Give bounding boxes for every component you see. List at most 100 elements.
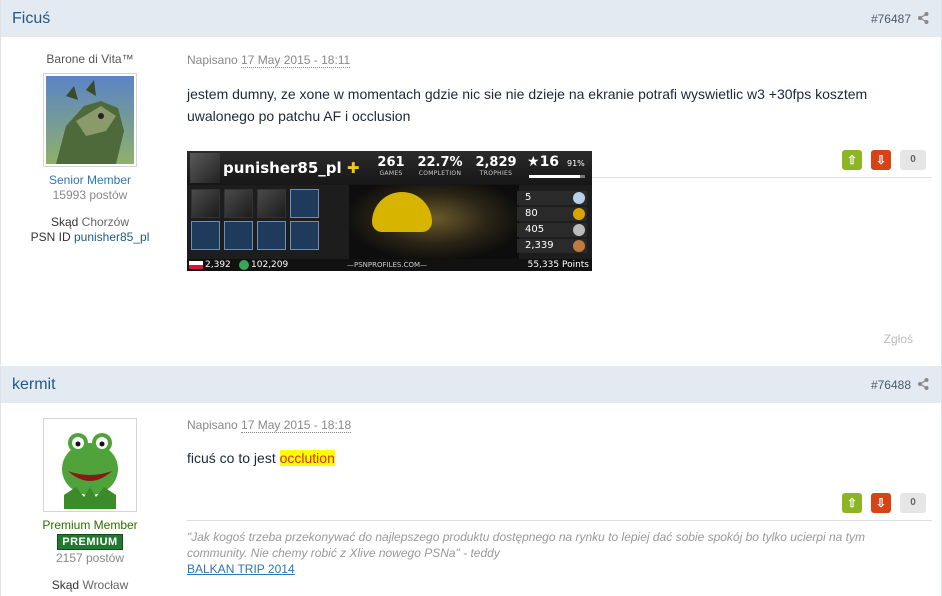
game-icon: [224, 189, 253, 218]
author-info: Premium Member PREMIUM 2157 postów Skąd …: [1, 410, 179, 592]
country-rank: 2,392: [205, 260, 231, 270]
psn-profile-card[interactable]: punisher85_pl ✚ 261 GAMES 22.7% COMPLETION…: [187, 151, 592, 271]
rep-down-button[interactable]: ⇩: [871, 150, 891, 170]
gold-value: 80: [525, 208, 538, 219]
location-value: Chorzów: [81, 215, 130, 229]
psn-name-text: punisher85_pl: [223, 159, 342, 177]
posted-label: Napisano: [187, 418, 238, 432]
location-field: Skąd Chorzów: [1, 215, 179, 229]
silver-value: 405: [525, 224, 545, 235]
avatar[interactable]: [43, 73, 137, 167]
psn-site-label: —PSNPROFILES.COM—: [347, 261, 428, 269]
posts-count: 15993 postów: [52, 188, 128, 202]
rep-up-button[interactable]: ⇧: [842, 150, 862, 170]
share-icon[interactable]: [918, 12, 929, 24]
author-info: Barone di Vita™ Senior Member 15993 post…: [1, 52, 179, 244]
trophy-icon: [224, 221, 253, 250]
member-group: Premium Member: [42, 518, 138, 532]
psn-card-footer: 2,392 102,209 —PSNPROFILES.COM— 55,335 P…: [187, 259, 592, 271]
psn-games-stat: 261 GAMES: [373, 155, 409, 177]
signature-divider: [187, 520, 932, 521]
trophy-icon: [191, 221, 220, 250]
psn-trophies-stat: 2,829 TROPHIES: [471, 155, 521, 177]
silver-count: 405: [517, 223, 587, 237]
author-name-link[interactable]: Ficuś: [12, 10, 50, 28]
post-content: ficuś co to jest occlution: [187, 447, 929, 469]
post-body: Napisano 17 May 2015 - 18:18 ficuś co to…: [187, 418, 929, 469]
rep-down-button[interactable]: ⇩: [871, 493, 891, 513]
rep-count: 0: [900, 493, 926, 513]
content-text: ficuś co to jest: [187, 450, 280, 466]
psn-level-bar: [529, 175, 585, 178]
psn-games-value: 261: [377, 155, 405, 170]
psn-card-name: punisher85_pl ✚: [223, 159, 359, 177]
platinum-count: 5: [517, 191, 587, 205]
psn-points: 55,335 Points: [527, 260, 589, 270]
psn-plus-icon: ✚: [346, 159, 360, 177]
reputation: ⇧ ⇩ 0: [842, 493, 926, 513]
game-icon: [257, 189, 286, 218]
silver-trophy-icon: [573, 224, 585, 236]
psn-trophies-value: 2,829: [475, 155, 517, 170]
post-date: Napisano 17 May 2015 - 18:18: [187, 418, 929, 433]
content-line: uwalonego po patchu AF i occlusion: [187, 108, 411, 124]
premium-badge: PREMIUM: [57, 534, 123, 550]
location-value: Wrocław: [82, 578, 129, 592]
location-field: Skąd Wrocław: [1, 578, 179, 592]
post-header: Ficuś #76487: [1, 0, 941, 37]
psn-completion-label: COMPLETION: [418, 170, 462, 177]
bronze-value: 2,339: [525, 240, 554, 251]
trophy-icon: [257, 221, 286, 250]
signature: "Jak kogoś trzeba przekonywać do najleps…: [187, 529, 907, 576]
psn-recent-games: [191, 189, 349, 257]
world-rank: 102,209: [251, 260, 289, 270]
post-content: jestem dumny, ze xone w momentach gdzie …: [187, 83, 929, 127]
trophy-icon: [290, 189, 319, 218]
post-header: kermit #76488: [1, 366, 941, 403]
psn-completion-stat: 22.7% COMPLETION: [415, 155, 465, 177]
psn-id-link[interactable]: punisher85_pl: [74, 230, 149, 244]
author-name-link[interactable]: kermit: [12, 376, 56, 394]
location-label: Skąd: [51, 578, 80, 592]
trophy-icon: [290, 221, 319, 250]
psn-level: ★16: [527, 154, 560, 170]
date-value: 17 May 2015 - 18:11: [241, 53, 351, 68]
rep-up-button[interactable]: ⇧: [842, 493, 862, 513]
post-date: Napisano 17 May 2015 - 18:11: [187, 53, 929, 68]
game-icon: [191, 189, 220, 218]
psn-label: PSN ID: [30, 230, 71, 244]
avatar[interactable]: [43, 418, 137, 512]
rep-count: 0: [900, 150, 926, 170]
location-label: Skąd: [50, 215, 79, 229]
psn-avatar: [190, 153, 220, 183]
post: Ficuś #76487 Barone di Vita™ Senior Memb…: [0, 0, 942, 365]
bronze-count: 2,339: [517, 239, 587, 253]
signature-quote: "Jak kogoś trzeba przekonywać do najleps…: [187, 530, 865, 560]
gold-trophy-icon: [573, 208, 585, 220]
content-line: jestem dumny, ze xone w momentach gdzie …: [187, 86, 868, 102]
flag-icon: [189, 261, 203, 269]
signature-link[interactable]: BALKAN TRIP 2014: [187, 562, 907, 576]
post-number-link[interactable]: #76488: [871, 378, 911, 392]
psn-completion-value: 22.7%: [417, 155, 463, 170]
posted-label: Napisano: [187, 53, 238, 67]
post-body: Napisano 17 May 2015 - 18:11 jestem dumn…: [187, 53, 929, 127]
post-number-link[interactable]: #76487: [871, 12, 911, 26]
psn-card-header: punisher85_pl ✚ 261 GAMES 22.7% COMPLETION…: [187, 151, 592, 185]
date-value: 17 May 2015 - 18:18: [241, 418, 352, 433]
platinum-value: 5: [525, 192, 532, 203]
gold-count: 80: [517, 207, 587, 221]
psn-level-bar-fill: [529, 175, 580, 178]
psn-games-label: GAMES: [379, 170, 403, 177]
avatar-image: [46, 421, 134, 509]
user-title: Barone di Vita™: [46, 52, 134, 66]
platinum-trophy-icon: [573, 192, 585, 204]
share-icon[interactable]: [918, 378, 929, 390]
psn-level-value: 16: [539, 154, 560, 170]
post: kermit #76488 Premium Member PREMIUM 215…: [0, 366, 942, 596]
posts-count: 2157 postów: [55, 551, 125, 565]
reputation: ⇧ ⇩ 0: [842, 150, 926, 170]
globe-icon: [239, 260, 249, 270]
report-link[interactable]: Zgłoś: [884, 332, 913, 346]
psn-trophies-label: TROPHIES: [479, 170, 513, 177]
